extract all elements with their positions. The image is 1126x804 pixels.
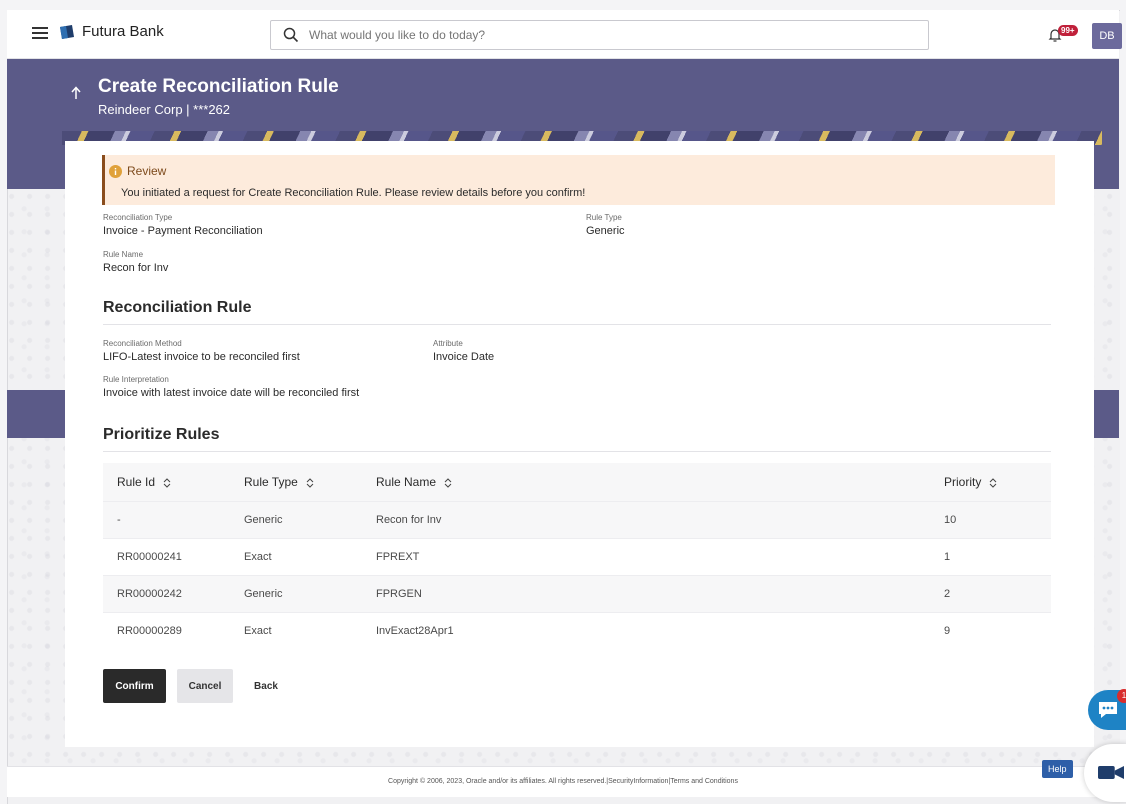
cell-rule-type: Exact	[230, 612, 362, 649]
review-message: You initiated a request for Create Recon…	[121, 187, 586, 199]
table-row[interactable]: RR00000242 Generic FPRGEN 2	[103, 575, 1051, 613]
chat-icon	[1099, 702, 1117, 718]
attribute-value: Invoice Date	[433, 351, 495, 363]
column-header-rule-id[interactable]: Rule Id	[103, 463, 230, 502]
table-row[interactable]: RR00000289 Exact InvExact28Apr1 9	[103, 612, 1051, 649]
cell-rule-id: RR00000289	[103, 612, 230, 649]
cell-priority: 10	[930, 501, 1051, 539]
cell-rule-name: InvExact28Apr1	[362, 612, 930, 649]
search-icon	[283, 27, 299, 43]
reconciliation-rule-heading: Reconciliation Rule	[103, 299, 252, 316]
review-title: Review	[127, 164, 167, 178]
confirm-button[interactable]: Confirm	[103, 669, 166, 703]
cell-rule-id: RR00000241	[103, 538, 230, 576]
page-subtitle: Reindeer Corp | ***262	[98, 102, 231, 117]
cell-rule-type: Generic	[230, 575, 362, 613]
reconciliation-type-label: Reconciliation Type	[103, 213, 173, 222]
notification-badge: 99+	[1058, 25, 1078, 36]
rule-type-value: Generic	[586, 225, 625, 237]
cancel-button[interactable]: Cancel	[177, 669, 233, 703]
video-camera-icon	[1098, 766, 1124, 779]
cell-rule-name: FPREXT	[362, 538, 930, 576]
sort-icon[interactable]	[989, 478, 997, 488]
rule-type-label: Rule Type	[586, 213, 622, 222]
sort-icon[interactable]	[306, 478, 314, 488]
rule-interpretation-value: Invoice with latest invoice date will be…	[103, 387, 360, 399]
bank-logo-icon	[60, 24, 74, 39]
reconciliation-method-value: LIFO-Latest invoice to be reconciled fir…	[103, 351, 300, 363]
table-row[interactable]: - Generic Recon for Inv 10	[103, 501, 1051, 539]
search-bar[interactable]	[270, 20, 929, 50]
rule-name-label: Rule Name	[103, 250, 144, 259]
review-alert: Review You initiated a request for Creat…	[102, 155, 1055, 205]
column-header-rule-type[interactable]: Rule Type	[230, 463, 362, 502]
search-input[interactable]	[307, 27, 871, 43]
sort-icon[interactable]	[163, 478, 171, 488]
side-band-left	[7, 390, 65, 438]
divider	[103, 324, 1051, 325]
help-button[interactable]: Help	[1042, 760, 1073, 778]
cell-rule-name: FPRGEN	[362, 575, 930, 613]
cell-rule-type: Exact	[230, 538, 362, 576]
rule-interpretation-label: Rule Interpretation	[103, 375, 169, 384]
info-icon	[109, 164, 122, 178]
cell-priority: 1	[930, 538, 1051, 576]
reconciliation-method-label: Reconciliation Method	[103, 339, 182, 348]
footer-text: Copyright © 2006, 2023, Oracle and/or it…	[388, 778, 738, 785]
menu-icon[interactable]	[32, 27, 48, 39]
back-button[interactable]: Back	[245, 669, 287, 703]
sort-icon[interactable]	[444, 478, 452, 488]
cell-rule-id: -	[103, 501, 230, 539]
cell-rule-id: RR00000242	[103, 575, 230, 613]
avatar[interactable]: DB	[1092, 23, 1122, 49]
prioritize-rules-heading: Prioritize Rules	[103, 426, 220, 443]
table-row[interactable]: RR00000241 Exact FPREXT 1	[103, 538, 1051, 576]
brand-name: Futura Bank	[82, 23, 164, 40]
page-title: Create Reconciliation Rule	[98, 76, 339, 97]
attribute-label: Attribute	[433, 339, 463, 348]
cell-priority: 9	[930, 612, 1051, 649]
back-arrow-icon[interactable]	[70, 86, 82, 100]
rule-name-value: Recon for Inv	[103, 262, 169, 274]
divider	[103, 451, 1051, 452]
top-header: Futura Bank 99+ DB	[7, 10, 1122, 59]
column-header-rule-name[interactable]: Rule Name	[362, 463, 930, 502]
brand[interactable]: Futura Bank	[59, 23, 164, 40]
prioritize-rules-table: Rule Id Rule Type Rule Name Priority - G…	[103, 463, 1051, 649]
footer: Copyright © 2006, 2023, Oracle and/or it…	[7, 766, 1119, 797]
cell-rule-type: Generic	[230, 501, 362, 539]
cell-rule-name: Recon for Inv	[362, 501, 930, 539]
chat-count-badge: 1	[1117, 689, 1126, 703]
column-header-priority[interactable]: Priority	[930, 463, 1051, 502]
side-band-right	[1094, 390, 1119, 438]
cell-priority: 2	[930, 575, 1051, 613]
reconciliation-type-value: Invoice - Payment Reconciliation	[103, 225, 263, 237]
main-card: Review You initiated a request for Creat…	[65, 141, 1094, 747]
